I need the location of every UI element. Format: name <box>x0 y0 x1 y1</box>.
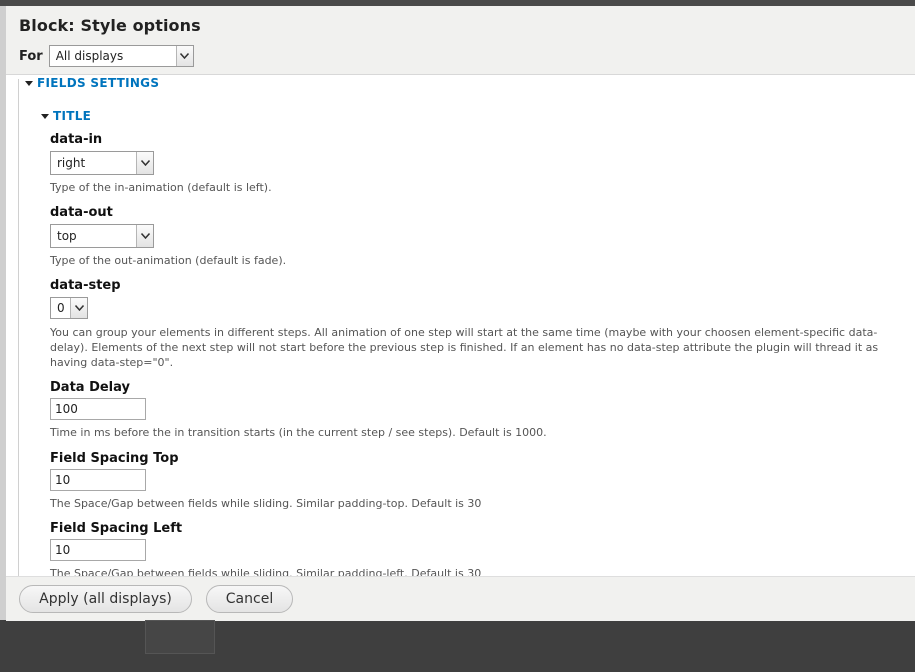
field-spacing-top-label: Field Spacing Top <box>50 451 179 466</box>
data-step-description: You can group your elements in different… <box>50 326 879 369</box>
for-display-select-value: All displays <box>55 49 124 63</box>
field-spacing-top-input[interactable]: 10 <box>50 469 146 491</box>
chevron-down-icon <box>70 298 87 318</box>
dialog-title: Block: Style options <box>19 16 201 35</box>
fields-settings-toggle[interactable]: FIELDS SETTINGS <box>25 76 159 90</box>
field-spacing-left-input[interactable]: 10 <box>50 539 146 561</box>
dialog-scroll-content[interactable]: FIELDS SETTINGS TITLE data-in right Type… <box>6 74 915 577</box>
collapse-triangle-icon <box>25 80 33 86</box>
chevron-down-icon <box>136 225 153 247</box>
for-row: For All displays <box>19 44 194 68</box>
data-in-label: data-in <box>50 132 103 147</box>
dialog-footer: Apply (all displays) Cancel <box>6 576 915 621</box>
data-out-select[interactable]: top <box>50 224 154 248</box>
style-options-dialog: Block: Style options For All displays FI… <box>6 6 915 621</box>
cancel-button[interactable]: Cancel <box>206 585 293 613</box>
field-spacing-top-description: The Space/Gap between fields while slidi… <box>50 497 482 510</box>
field-spacing-left-label: Field Spacing Left <box>50 521 183 536</box>
apply-button[interactable]: Apply (all displays) <box>19 585 192 613</box>
data-delay-label: Data Delay <box>50 380 130 395</box>
data-delay-description: Time in ms before the in transition star… <box>50 426 547 439</box>
data-in-select[interactable]: right <box>50 151 154 175</box>
data-step-select[interactable]: 0 <box>50 297 88 319</box>
data-step-label: data-step <box>50 278 121 293</box>
data-in-select-value: right <box>57 156 86 170</box>
for-display-select[interactable]: All displays <box>48 45 194 67</box>
title-section-toggle[interactable]: TITLE <box>41 109 91 123</box>
chevron-down-icon <box>175 46 193 66</box>
data-out-select-value: top <box>57 229 77 243</box>
background-panel-fragment <box>145 620 215 654</box>
collapse-triangle-icon <box>41 113 49 119</box>
for-label: For <box>19 48 43 64</box>
data-delay-input[interactable]: 100 <box>50 398 146 420</box>
data-out-label: data-out <box>50 205 113 220</box>
data-step-select-value: 0 <box>57 301 65 315</box>
data-in-description: Type of the in-animation (default is lef… <box>50 181 272 194</box>
data-out-description: Type of the out-animation (default is fa… <box>50 254 287 267</box>
chevron-down-icon <box>136 152 153 174</box>
